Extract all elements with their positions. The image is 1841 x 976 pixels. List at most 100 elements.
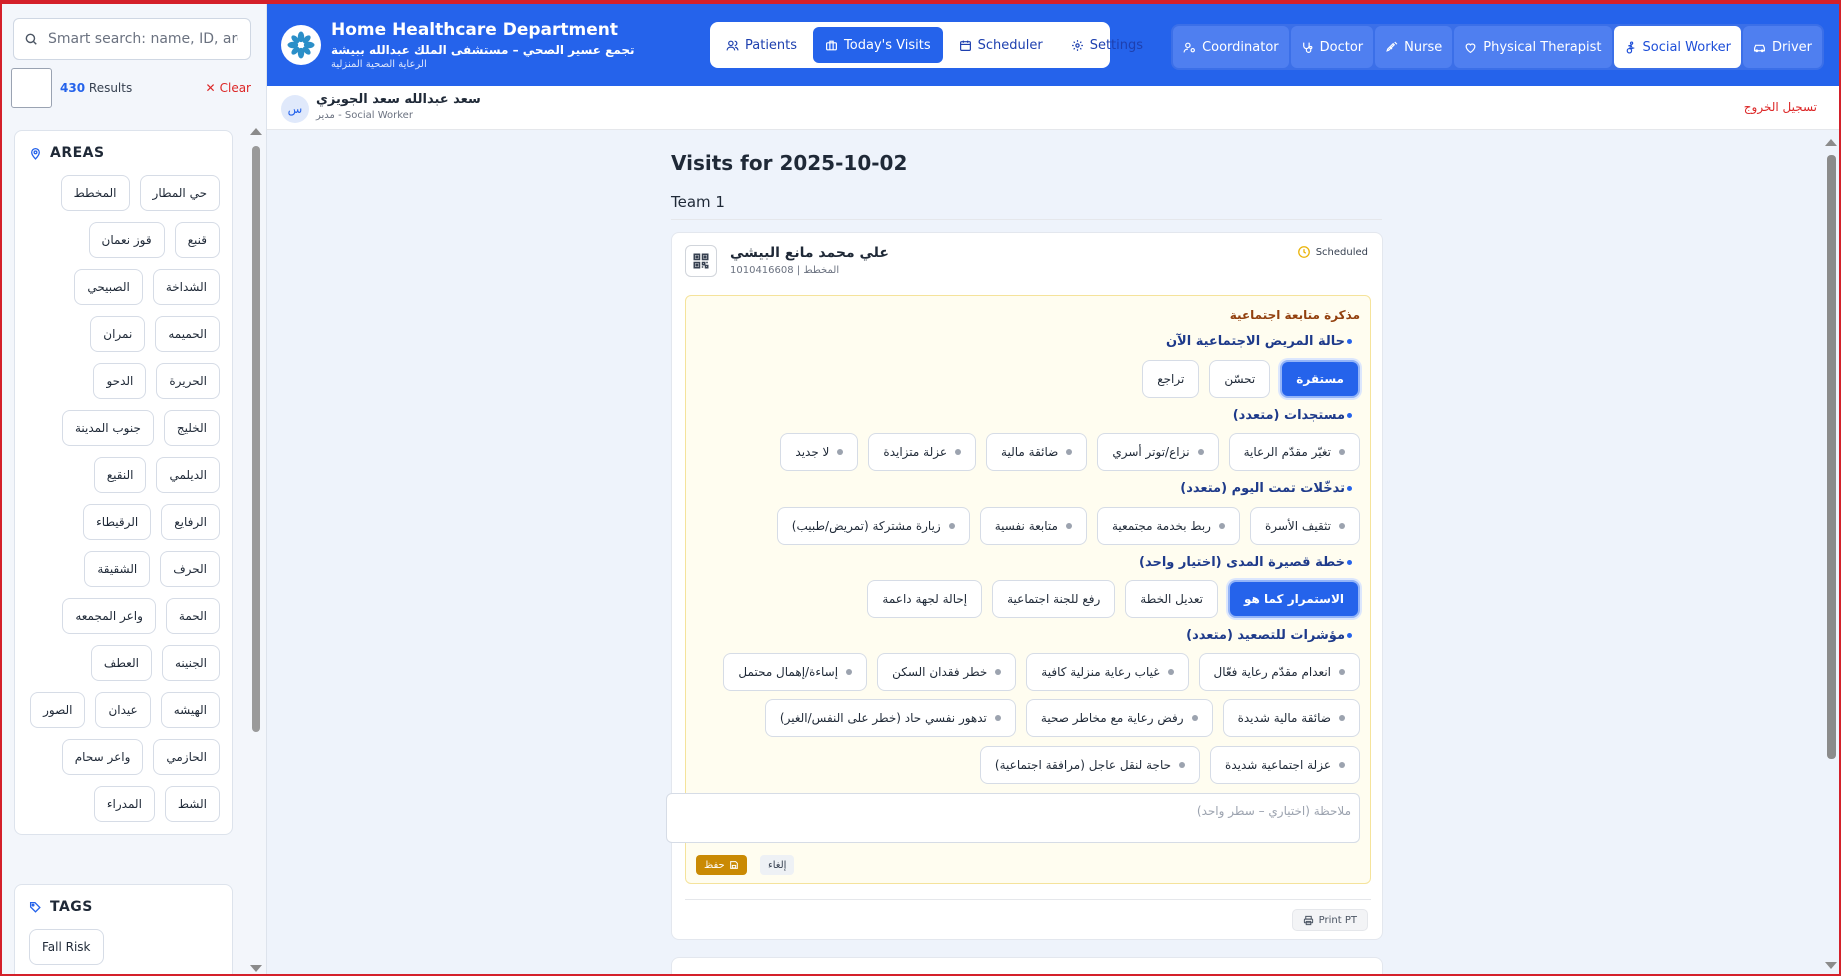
option-label: متابعة نفسية [994, 519, 1058, 533]
area-chip[interactable]: الصور [30, 692, 86, 728]
option-chip[interactable]: حاجة لنقل عاجل (مرافقة اجتماعية) [979, 746, 1201, 784]
option-chip[interactable]: تحسّن [1209, 360, 1271, 398]
nav-scheduler[interactable]: Scheduler [947, 27, 1055, 63]
option-chip[interactable]: غياب رعاية منزلية كافية [1026, 653, 1189, 691]
option-chip[interactable]: نزاع/توتر أسري [1097, 433, 1219, 471]
role-doctor[interactable]: Doctor [1290, 26, 1374, 68]
filters-scroll[interactable]: AREAS حي المطار المخطط قنبع قوز نعمان الشداخ… [0, 122, 267, 976]
option-chip[interactable]: خطر فقدان السكن [877, 653, 1017, 691]
option-chip[interactable]: رفض رعاية مع مخاطر صحية [1025, 699, 1213, 737]
area-chip[interactable]: عيدان [95, 692, 151, 728]
area-chip[interactable]: الدحو [93, 363, 147, 399]
cancel-button[interactable]: إلغاء [760, 855, 795, 875]
option-chip[interactable]: عزلة متزايدة [868, 433, 977, 471]
area-chip[interactable]: الصبيحي [74, 269, 143, 305]
area-chip[interactable]: الشط [164, 786, 220, 822]
checkbox-dot-icon [1179, 762, 1186, 768]
options-social-status: مستقرة تحسّن تراجع [1142, 360, 1360, 398]
area-chip[interactable]: الهيشه [160, 692, 220, 728]
area-chip[interactable]: المخطط [60, 175, 130, 211]
scroll-down-arrow[interactable] [250, 965, 262, 972]
area-chip[interactable]: الخليج [163, 410, 220, 446]
main-scroll-thumb[interactable] [1827, 155, 1836, 759]
option-label: رفع للجنة اجتماعية [1007, 592, 1101, 606]
area-chip[interactable]: الجنينه [161, 645, 220, 681]
note-field[interactable] [666, 793, 1360, 843]
checkbox-dot-icon [1339, 523, 1345, 529]
smart-search[interactable] [13, 18, 251, 60]
option-chip[interactable]: رفع للجنة اجتماعية [992, 580, 1116, 618]
main-scrollbar[interactable] [1825, 139, 1837, 969]
option-chip[interactable]: تغيّر مقدّم الرعاية [1228, 433, 1360, 471]
main-scroll-down-arrow[interactable] [1825, 962, 1837, 969]
area-chip[interactable]: قوز نعمان [88, 222, 165, 258]
nav-settings[interactable]: Settings [1059, 27, 1155, 63]
option-chip[interactable]: عزلة اجتماعية شديدة [1210, 746, 1360, 784]
area-chip[interactable]: الحرف [160, 551, 220, 587]
nav-todays-visits[interactable]: Today's Visits [813, 27, 943, 63]
option-chip[interactable]: متابعة نفسية [979, 507, 1087, 545]
area-chip[interactable]: قنبع [174, 222, 220, 258]
area-chip[interactable]: النقيع [93, 457, 147, 493]
area-chip[interactable]: العطف [90, 645, 152, 681]
checkbox-dot-icon [1191, 715, 1198, 721]
option-label: تراجع [1157, 372, 1185, 386]
area-chip[interactable]: الحازمي [153, 739, 220, 775]
area-chip[interactable]: الحمة [165, 598, 220, 634]
main-scroll-up-arrow[interactable] [1825, 139, 1837, 146]
logout-link[interactable]: تسجيل الخروج [1744, 100, 1817, 114]
checkbox-dot-icon [837, 449, 844, 455]
option-chip[interactable]: انعدام مقدّم رعاية فعّال [1198, 653, 1360, 691]
area-chip[interactable]: جنوب المدينة [61, 410, 154, 446]
area-chip[interactable]: واعر المجمعه [62, 598, 156, 634]
role-coordinator[interactable]: Coordinator [1173, 26, 1289, 68]
question-escalation: مؤشرات للتصعيد (متعدد) [1186, 628, 1352, 643]
print-pt-button[interactable]: Print PT [1291, 909, 1368, 931]
area-chip[interactable]: الحميمه [155, 316, 220, 352]
calendar-icon [959, 40, 971, 51]
qr-code-button[interactable] [685, 245, 717, 277]
option-chip[interactable]: ضائقة مالية شديدة [1222, 699, 1360, 737]
option-chip[interactable]: تعديل الخطة [1125, 580, 1218, 618]
scroll-up-arrow[interactable] [250, 128, 262, 135]
question-updates: مستجدات (متعدد) [1233, 408, 1352, 423]
role-nurse[interactable]: Nurse [1375, 26, 1453, 68]
option-label: نزاع/توتر أسري [1112, 445, 1190, 459]
tag-chip[interactable]: Fall Risk [29, 929, 104, 965]
role-driver[interactable]: Driver [1742, 26, 1822, 68]
save-button[interactable]: حفظ [696, 855, 747, 875]
area-chip[interactable]: المدراء [93, 786, 155, 822]
option-chip[interactable]: إحالة لجهة داعمة [867, 580, 983, 618]
search-input[interactable] [48, 31, 238, 47]
area-chip[interactable]: الشداخة [152, 269, 220, 305]
option-label: ربط بخدمة مجتمعية [1111, 519, 1211, 533]
sidebar-scroll-thumb[interactable] [252, 146, 260, 732]
option-chip-selected[interactable]: مستقرة [1280, 360, 1360, 398]
option-chip-selected[interactable]: الاستمرار كما هو [1227, 580, 1360, 618]
option-chip[interactable]: لا جديد [780, 433, 859, 471]
option-chip[interactable]: تدهور نفسي حاد (خطر على النفس/الغير) [764, 699, 1016, 737]
option-chip[interactable]: تثقيف الأسرة [1249, 507, 1360, 545]
area-chip[interactable]: الرقيطاء [83, 504, 152, 540]
area-chip[interactable]: الديلمي [156, 457, 220, 493]
area-chip[interactable]: الرفايع [161, 504, 220, 540]
clear-button[interactable]: ✕ Clear [206, 81, 251, 95]
role-physical-therapist[interactable]: Physical Therapist [1454, 26, 1612, 68]
area-chip[interactable]: نمران [90, 316, 146, 352]
option-chip[interactable]: تراجع [1142, 360, 1200, 398]
option-label: عزلة اجتماعية شديدة [1225, 758, 1331, 772]
area-chip[interactable]: الشقيقة [84, 551, 151, 587]
option-chip[interactable]: زيارة مشتركة (تمريض/طبيب) [776, 507, 970, 545]
option-label: إساءة/إهمال محتمل [738, 665, 839, 679]
area-chip[interactable]: حي المطار [139, 175, 220, 211]
select-all-checkbox[interactable] [11, 68, 52, 108]
option-chip[interactable]: ضائقة مالية [986, 433, 1088, 471]
note-input[interactable] [667, 794, 1359, 828]
nav-patients[interactable]: Patients [714, 27, 809, 63]
role-social-worker[interactable]: Social Worker [1613, 26, 1741, 68]
option-chip[interactable]: ربط بخدمة مجتمعية [1096, 507, 1240, 545]
area-chip[interactable]: واعر سحام [61, 739, 144, 775]
area-chip[interactable]: الحريرة [156, 363, 220, 399]
sidebar-scrollbar[interactable] [250, 128, 262, 976]
option-chip[interactable]: إساءة/إهمال محتمل [723, 653, 868, 691]
